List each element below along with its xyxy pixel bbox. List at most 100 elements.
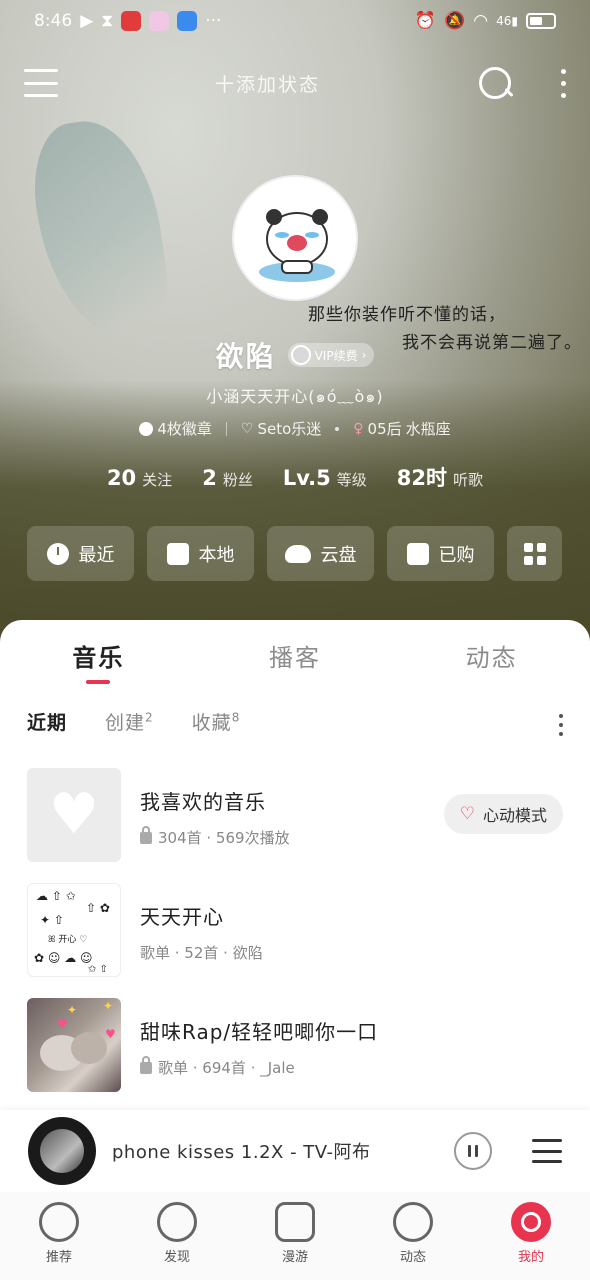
cloud-drive-button[interactable]: 云盘	[267, 526, 374, 581]
panda-avatar-icon	[259, 209, 335, 282]
subtab-created[interactable]: 创建2	[105, 708, 154, 735]
age-label: 05后	[367, 420, 402, 438]
playlist-cover: ☁ ⇧ ✩ ⇧ ✿ ✦ ⇧ ꕤ 开心 ♡ ✿ ☺ ☁ ☺ ✩ ⇧	[27, 883, 121, 977]
nav-roam[interactable]: 漫游	[236, 1192, 354, 1280]
stat-listening-time[interactable]: 82时 听歌	[397, 462, 483, 492]
stat-value: 2	[202, 466, 217, 490]
nav-discover[interactable]: 发现	[118, 1192, 236, 1280]
divider-dot	[335, 426, 340, 431]
local-label: 本地	[198, 544, 235, 566]
collected-count: 8	[231, 710, 241, 725]
alarm-icon: ⏰	[414, 11, 437, 31]
svg-text:☁ ⇧ ✩: ☁ ⇧ ✩	[36, 889, 76, 903]
now-playing-title[interactable]: phone kisses 1.2X - TV-阿布	[112, 1138, 454, 1164]
cloud-drive-label: 云盘	[320, 544, 357, 566]
recent-label: 最近	[78, 544, 115, 566]
playlist-title: 甜味Rap/轻轻吧唧你一口	[140, 1020, 379, 1044]
clock-icon	[46, 542, 69, 565]
stat-followers[interactable]: 2 粉丝	[202, 466, 253, 490]
svg-text:✦: ✦	[103, 999, 113, 1013]
more-options-icon[interactable]	[559, 714, 563, 736]
more-notifications-icon: ···	[205, 11, 222, 31]
stat-value: 82时	[396, 466, 448, 490]
app-notification-icon	[121, 11, 142, 31]
fan-tag[interactable]: ♡ Seto乐迷	[241, 418, 321, 439]
wifi-icon: ◠	[473, 11, 489, 31]
tab-podcast[interactable]: 播客	[197, 638, 394, 684]
menu-icon[interactable]	[24, 69, 58, 97]
username[interactable]: 欲陷	[216, 335, 276, 375]
svg-text:✦ ⇧: ✦ ⇧	[40, 913, 64, 927]
list-item[interactable]: ✦ ✦ ♥ ♥ 甜味Rap/轻轻吧唧你一口 歌单 · 694首 · _Jale	[27, 998, 567, 1113]
playlist-list: ♥ 我喜欢的音乐 304首 · 569次播放 ♡ 心动模式 ☁ ⇧ ✩ ⇧ ✿ …	[27, 768, 567, 1113]
doodle-icon: ☁ ⇧ ✩ ⇧ ✿ ✦ ⇧ ꕤ 开心 ♡ ✿ ☺ ☁ ☺ ✩ ⇧	[34, 889, 110, 975]
nav-recommend[interactable]: 推荐	[0, 1192, 118, 1280]
tab-moments[interactable]: 动态	[393, 638, 590, 684]
nav-label: 漫游	[281, 1250, 308, 1265]
avatar[interactable]	[232, 175, 358, 301]
purchased-label: 已购	[438, 544, 475, 566]
stat-value: Lv.5	[282, 466, 331, 490]
profile-signature[interactable]: 小涵天天开心(๑ó﹏ò๑)	[0, 383, 590, 410]
nav-label: 我的	[517, 1250, 544, 1265]
vip-icon	[290, 345, 311, 365]
svg-text:ꕤ 开心 ♡: ꕤ 开心 ♡	[48, 934, 87, 945]
heart-icon: ♥	[48, 782, 100, 847]
playlist-cover: ✦ ✦ ♥ ♥	[27, 998, 121, 1092]
cloud-app-icon	[177, 11, 198, 31]
list-item[interactable]: ♥ 我喜欢的音乐 304首 · 569次播放 ♡ 心动模式	[27, 768, 567, 883]
stat-following[interactable]: 20 关注	[107, 466, 172, 490]
list-item[interactable]: ☁ ⇧ ✩ ⇧ ✿ ✦ ⇧ ꕤ 开心 ♡ ✿ ☺ ☁ ☺ ✩ ⇧ 天天开心 歌单…	[27, 883, 567, 998]
heart-outline-icon: ♡	[240, 420, 254, 437]
heart-mode-button[interactable]: ♡ 心动模式	[443, 794, 563, 834]
hourglass-icon: ⧗	[101, 11, 114, 31]
badges-tag[interactable]: 4枚徽章	[139, 418, 212, 439]
lock-icon	[140, 825, 152, 844]
profile-tags: 4枚徽章 ♡ Seto乐迷 ♀ 05后 水瓶座	[0, 418, 590, 439]
stat-level[interactable]: Lv.5 等级	[283, 466, 367, 490]
local-button[interactable]: 本地	[147, 526, 254, 581]
recent-button[interactable]: 最近	[27, 526, 134, 581]
medal-icon	[139, 421, 154, 436]
playlist-queue-icon[interactable]	[532, 1139, 562, 1163]
nav-mine[interactable]: 我的	[472, 1192, 590, 1280]
tab-music[interactable]: 音乐	[0, 638, 197, 684]
search-icon[interactable]	[477, 65, 513, 101]
apps-grid-icon	[523, 542, 546, 565]
mini-player[interactable]: phone kisses 1.2X - TV-阿布	[0, 1110, 590, 1192]
svg-text:♥: ♥	[57, 1017, 68, 1031]
status-time: 8:46	[34, 11, 73, 31]
stat-value: 20	[106, 466, 137, 490]
vip-renew-badge[interactable]: VIP续费 ›	[287, 343, 375, 367]
more-options-icon[interactable]	[560, 68, 566, 98]
album-disc[interactable]	[28, 1117, 96, 1185]
chat-icon	[393, 1202, 433, 1242]
pause-button[interactable]	[454, 1132, 492, 1170]
playlist-title: 天天开心	[140, 905, 224, 929]
svg-text:✿ ☺ ☁ ☺: ✿ ☺ ☁ ☺	[34, 951, 93, 965]
sub-tabs: 近期 创建2 收藏8	[27, 708, 567, 736]
svg-text:✩ ⇧: ✩ ⇧	[88, 964, 108, 975]
nav-label: 发现	[163, 1250, 190, 1265]
add-status-button[interactable]: 十添加状态	[215, 70, 320, 97]
more-apps-button[interactable]	[507, 526, 562, 581]
badges-label: 4枚徽章	[157, 420, 212, 438]
nav-moments[interactable]: 动态	[354, 1192, 472, 1280]
cats-icon: ✦ ✦ ♥ ♥	[40, 999, 116, 1071]
app-notification-icon	[149, 11, 170, 31]
profile-stats: 20 关注 2 粉丝 Lv.5 等级 82时 听歌	[0, 462, 590, 492]
vip-renew-label: VIP续费	[314, 348, 358, 363]
top-bar: 十添加状态	[0, 55, 590, 111]
fan-label: Seto乐迷	[257, 420, 322, 438]
subtab-recent[interactable]: 近期	[27, 708, 67, 735]
female-icon: ♀	[353, 420, 364, 437]
playlist-cover: ♥	[27, 768, 121, 862]
album-art	[40, 1129, 84, 1173]
svg-text:✦: ✦	[67, 1003, 77, 1017]
subtab-collected[interactable]: 收藏8	[192, 708, 241, 735]
svg-text:♥: ♥	[105, 1027, 116, 1041]
name-row: 欲陷 VIP续费 ›	[0, 335, 590, 375]
compass-icon	[157, 1202, 197, 1242]
radio-icon	[275, 1202, 315, 1242]
purchased-button[interactable]: 已购	[387, 526, 494, 581]
